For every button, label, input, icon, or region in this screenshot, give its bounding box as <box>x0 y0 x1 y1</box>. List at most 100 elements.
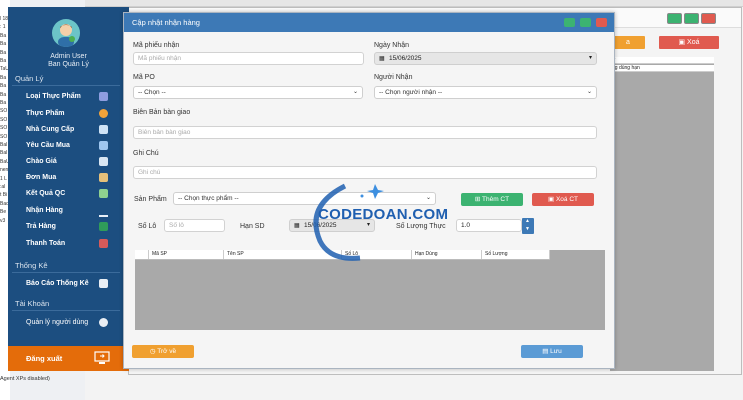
dialog-title: Cập nhật nhận hàng <box>132 18 200 27</box>
receive-date-label: Ngày Nhận <box>374 42 410 49</box>
dialog-titlebar: Cập nhật nhận hàng <box>124 13 614 32</box>
sidebar-item-user-management[interactable]: Quản lý người dùng <box>26 316 120 329</box>
ide-tree-item[interactable]: 1 L <box>0 176 7 182</box>
ide-top-strip <box>85 0 743 7</box>
ide-tree-item[interactable]: Ba <box>0 41 6 47</box>
ide-tree-item[interactable]: Ba <box>0 92 6 98</box>
sidebar-item-payment[interactable]: Thanh Toán <box>26 237 120 250</box>
receiver-value: -- Chọn người nhận -- <box>379 89 443 96</box>
po-code-select[interactable]: -- Chọn -- ⌄ <box>133 86 363 99</box>
sidebar-item-supplier[interactable]: Nhà Cung Cấp <box>26 123 120 136</box>
main-delete-button[interactable]: ▣ Xoá <box>659 36 719 49</box>
section-title-statistics: Thống Kê <box>15 261 48 270</box>
add-detail-button[interactable]: ⊞ Thêm CT <box>461 193 523 206</box>
sidebar-item-food[interactable]: Thực Phẩm <box>26 107 120 120</box>
ide-tree-item[interactable]: v3 <box>0 218 5 224</box>
ide-tree-item[interactable]: Bal <box>0 150 7 156</box>
ide-tree-item[interactable]: Bal <box>0 142 7 148</box>
quantity-spinner-arrows[interactable]: ▲ ▼ <box>522 218 534 234</box>
section-title-manage: Quản Lý <box>15 74 44 83</box>
sidebar-item-return[interactable]: Trả Hàng <box>26 220 120 233</box>
calendar-icon: ▦ <box>294 223 300 229</box>
sidebar-item-food-category[interactable]: Loại Thực Phẩm <box>26 90 120 103</box>
main-orange-button[interactable]: a <box>611 36 645 49</box>
ide-tree-item[interactable]: : 1 <box>0 24 6 30</box>
box-icon <box>99 173 108 182</box>
sidebar-item-label: Kết Quả QC <box>26 190 66 197</box>
sidebar-item-label: Yêu Cầu Mua <box>26 142 70 149</box>
trash-icon: ▣ <box>548 196 556 203</box>
user-name: Admin User <box>50 53 87 60</box>
receiver-select[interactable]: -- Chọn người nhận -- ⌄ <box>374 86 597 99</box>
chevron-down-icon: ▾ <box>588 55 592 61</box>
main-data-grid[interactable]: ớ ng dùng hạn <box>610 57 714 371</box>
sidebar-item-label: Quản lý người dùng <box>26 319 89 326</box>
sidebar-item-quotation[interactable]: Chào Giá <box>26 155 120 168</box>
minimize-icon[interactable] <box>667 13 682 24</box>
grid-row-header <box>135 250 149 259</box>
ide-tree-item[interactable]: Ba <box>0 58 6 64</box>
delete-detail-button[interactable]: ▣ Xoá CT <box>532 193 594 206</box>
ide-tree-item[interactable]: Ba <box>0 100 6 106</box>
document-icon <box>99 157 108 166</box>
ide-tree-item[interactable]: :al <box>0 184 5 190</box>
sidebar-item-statistics-report[interactable]: Báo Cáo Thống Kê <box>26 277 120 290</box>
ide-tree-item[interactable]: Ba <box>0 83 6 89</box>
lot-input[interactable]: Số lô <box>164 219 225 232</box>
close-icon[interactable] <box>596 18 607 27</box>
back-label: Trở về <box>157 348 177 355</box>
ide-tree-item[interactable]: Ba <box>0 33 6 39</box>
ide-tree-item[interactable]: SO <box>0 125 7 131</box>
save-button[interactable]: ▤ Lưu <box>521 345 583 358</box>
report-icon <box>99 279 108 288</box>
flask-icon <box>99 189 108 198</box>
divider <box>12 310 120 311</box>
ide-tree-item[interactable]: Ba <box>0 50 6 56</box>
po-code-label: Mã PO <box>133 74 155 81</box>
sidebar-item-label: Nhà Cung Cấp <box>26 126 75 133</box>
receive-date-picker[interactable]: ▦ 15/06/2025 ▾ <box>374 52 597 65</box>
sidebar-item-purchase-request[interactable]: Yêu Cầu Mua <box>26 139 120 152</box>
trash-icon: ▣ <box>678 39 688 46</box>
calendar-icon: ▦ <box>379 56 385 62</box>
ide-tree-item[interactable]: t Bi <box>0 192 7 198</box>
watermark-logo: CODEDOAN.COM <box>300 176 460 266</box>
save-icon: ▤ <box>542 348 551 355</box>
quantity-stepper[interactable]: 1.0 <box>456 219 522 232</box>
logout-button[interactable]: Đăng xuất <box>8 346 129 371</box>
cart-icon <box>99 141 108 150</box>
sidebar-user: Admin User Ban Quản Lý <box>8 53 129 69</box>
sidebar-item-label: Trả Hàng <box>26 223 56 230</box>
product-label: Sản Phẩm <box>134 196 167 203</box>
sidebar-item-receiving[interactable]: Nhận Hàng <box>26 204 120 217</box>
sidebar-item-purchase-order[interactable]: Đơn Mua <box>26 171 120 184</box>
maximize-icon[interactable] <box>684 13 699 24</box>
table-row[interactable]: ng dùng hạn <box>610 65 714 72</box>
column-header[interactable]: Mã SP <box>149 250 224 259</box>
users-icon <box>99 318 108 327</box>
table-row[interactable]: ớ <box>610 57 714 64</box>
receipt-code-input[interactable]: Mã phiếu nhận <box>133 52 364 65</box>
minimize-icon[interactable] <box>564 18 575 27</box>
po-code-value: -- Chọn -- <box>138 89 166 96</box>
column-header[interactable]: Số Lượng <box>482 250 550 259</box>
sidebar-item-label: Thanh Toán <box>26 240 66 247</box>
chevron-up-icon: ▲ <box>525 218 530 224</box>
ide-tree-item[interactable]: SO <box>0 108 7 114</box>
handover-input[interactable]: Biên bản bàn giao <box>133 126 597 139</box>
save-label: Lưu <box>550 348 562 355</box>
back-button[interactable]: ◷ Trở về <box>132 345 194 358</box>
ide-tree-item[interactable]: l 18 <box>0 16 8 22</box>
logout-icon <box>94 351 110 364</box>
receiver-label: Người Nhận <box>374 74 413 81</box>
sidebar-item-label: Đơn Mua <box>26 174 57 181</box>
ide-tree-item[interactable]: SO <box>0 134 7 140</box>
food-icon <box>99 109 108 118</box>
ide-tree-item[interactable]: Ba <box>0 75 6 81</box>
close-icon[interactable] <box>701 13 716 24</box>
sidebar-item-qc-result[interactable]: Kết Quả QC <box>26 187 120 200</box>
watermark-text: CODEDOAN.COM <box>318 206 449 223</box>
ide-tree-item[interactable]: SO <box>0 117 7 123</box>
ide-tree-item[interactable]: Be <box>0 209 6 215</box>
maximize-icon[interactable] <box>580 18 591 27</box>
